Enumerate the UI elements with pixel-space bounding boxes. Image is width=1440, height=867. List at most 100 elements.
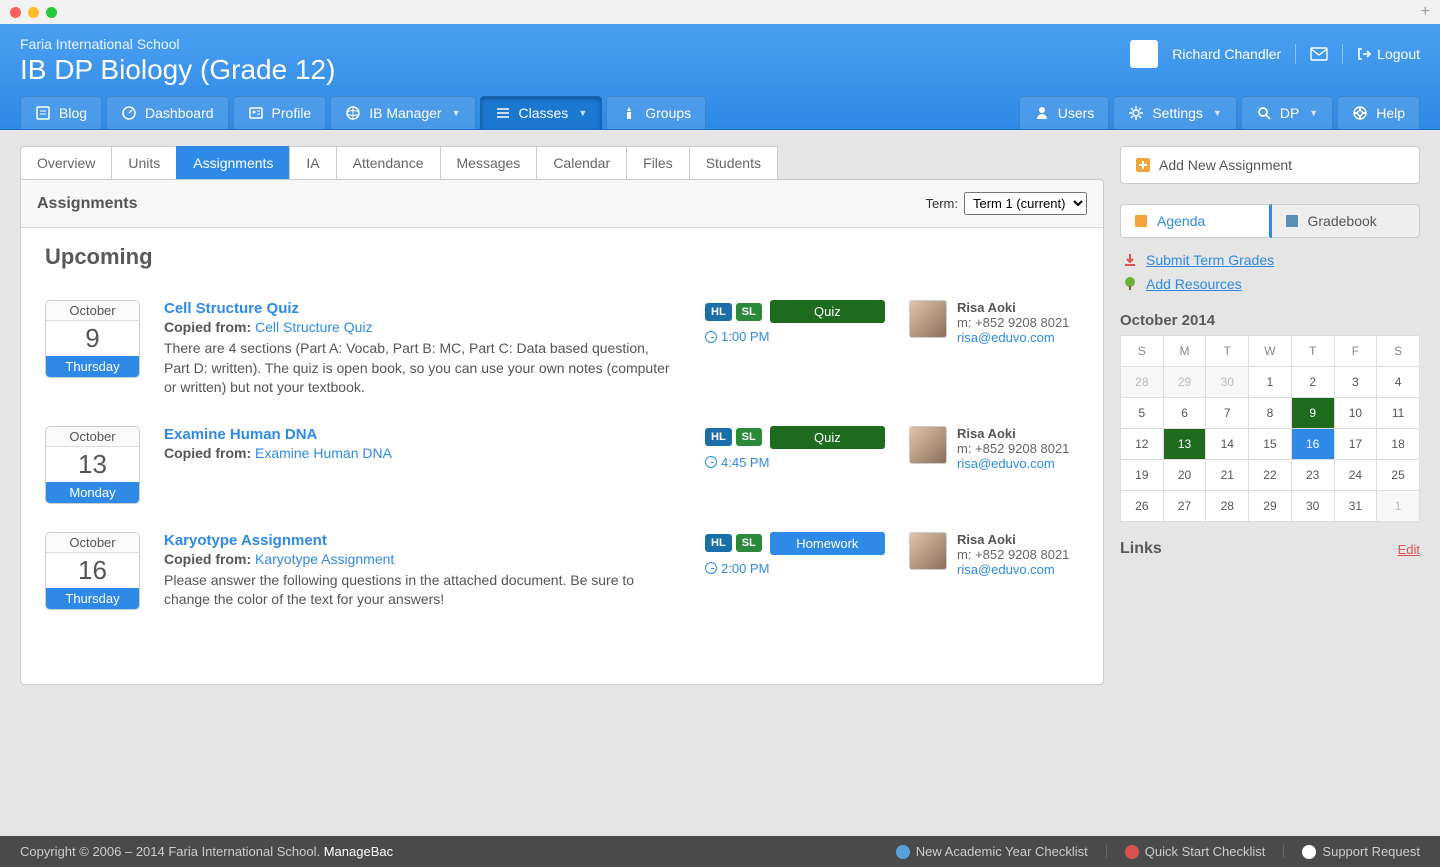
term-select[interactable]: Term 1 (current) (964, 192, 1087, 215)
calendar-day[interactable]: 16 (1291, 429, 1334, 460)
calendar-day[interactable]: 8 (1249, 398, 1292, 429)
teacher-email-link[interactable]: risa@eduvo.com (957, 562, 1055, 577)
calendar-day[interactable]: 1 (1249, 367, 1292, 398)
calendar-day[interactable]: 22 (1249, 460, 1292, 491)
assignment-title-link[interactable]: Examine Human DNA (164, 426, 317, 443)
calendar-day[interactable]: 29 (1163, 367, 1206, 398)
footer-icon (1302, 845, 1316, 859)
calendar-day[interactable]: 18 (1377, 429, 1420, 460)
teacher-phone: m: +852 9208 8021 (957, 441, 1069, 456)
clock-icon (705, 331, 717, 343)
calendar-day[interactable]: 10 (1334, 398, 1377, 429)
toggle-agenda[interactable]: Agenda (1120, 204, 1272, 238)
calendar-day[interactable]: 11 (1377, 398, 1420, 429)
calendar-day[interactable]: 30 (1206, 367, 1249, 398)
teacher-name: Risa Aoki (957, 532, 1069, 547)
groups-icon (621, 105, 637, 121)
nav-blog[interactable]: Blog (20, 96, 102, 129)
calendar-day[interactable]: 3 (1334, 367, 1377, 398)
footer-link[interactable]: Support Request (1302, 844, 1420, 859)
tab-overview[interactable]: Overview (20, 146, 112, 179)
brand-link[interactable]: ManageBac (324, 844, 393, 859)
tab-messages[interactable]: Messages (440, 146, 538, 179)
calendar-day[interactable]: 6 (1163, 398, 1206, 429)
nav-groups[interactable]: Groups (606, 96, 706, 129)
agenda-icon (1133, 213, 1149, 229)
calendar-day[interactable]: 27 (1163, 491, 1206, 522)
copied-link[interactable]: Karyotype Assignment (255, 551, 394, 567)
footer-link[interactable]: New Academic Year Checklist (896, 844, 1088, 859)
nav-users[interactable]: Users (1019, 96, 1110, 129)
calendar-day[interactable]: 5 (1121, 398, 1164, 429)
nav-dp[interactable]: DP▼ (1241, 96, 1333, 129)
tab-units[interactable]: Units (111, 146, 177, 179)
nav-ib-manager[interactable]: IB Manager▼ (330, 96, 475, 129)
side-link-submit-term-grades[interactable]: Submit Term Grades (1120, 248, 1420, 272)
chevron-down-icon: ▼ (1213, 108, 1222, 118)
due-time: 4:45 PM (705, 455, 885, 470)
add-assignment-button[interactable]: Add New Assignment (1120, 146, 1420, 184)
calendar-day[interactable]: 31 (1334, 491, 1377, 522)
chevron-down-icon: ▼ (452, 108, 461, 118)
nav-help[interactable]: Help (1337, 96, 1420, 129)
calendar-day[interactable]: 23 (1291, 460, 1334, 491)
nav-classes[interactable]: Classes▼ (480, 96, 603, 129)
calendar-day[interactable]: 1 (1377, 491, 1420, 522)
footer-link[interactable]: Quick Start Checklist (1125, 844, 1266, 859)
teacher-email-link[interactable]: risa@eduvo.com (957, 330, 1055, 345)
copied-link[interactable]: Cell Structure Quiz (255, 319, 372, 335)
tab-assignments[interactable]: Assignments (176, 146, 290, 179)
calendar-day[interactable]: 30 (1291, 491, 1334, 522)
nav-dashboard[interactable]: Dashboard (106, 96, 229, 129)
calendar-day[interactable]: 19 (1121, 460, 1164, 491)
calendar-day[interactable]: 24 (1334, 460, 1377, 491)
user-avatar[interactable] (1130, 40, 1158, 68)
assignment-title-link[interactable]: Karyotype Assignment (164, 532, 327, 549)
calendar-day[interactable]: 14 (1206, 429, 1249, 460)
assignment-title-link[interactable]: Cell Structure Quiz (164, 300, 299, 317)
nav-profile[interactable]: Profile (233, 96, 327, 129)
logout-link[interactable]: Logout (1357, 46, 1420, 62)
nav-settings[interactable]: Settings▼ (1113, 96, 1237, 129)
calendar-day[interactable]: 28 (1206, 491, 1249, 522)
user-name-link[interactable]: Richard Chandler (1172, 46, 1281, 62)
calendar-day[interactable]: 21 (1206, 460, 1249, 491)
teacher-email-link[interactable]: risa@eduvo.com (957, 456, 1055, 471)
calendar-day[interactable]: 15 (1249, 429, 1292, 460)
calendar-day[interactable]: 4 (1377, 367, 1420, 398)
classes-icon (495, 105, 511, 121)
close-window-icon[interactable] (10, 7, 21, 18)
calendar-day[interactable]: 25 (1377, 460, 1420, 491)
tab-attendance[interactable]: Attendance (336, 146, 441, 179)
calendar-day[interactable]: 13 (1163, 429, 1206, 460)
sl-badge: SL (736, 303, 762, 321)
tab-files[interactable]: Files (626, 146, 690, 179)
calendar-day[interactable]: 9 (1291, 398, 1334, 429)
calendar-day[interactable]: 26 (1121, 491, 1164, 522)
messages-icon[interactable] (1310, 47, 1328, 61)
new-tab-icon[interactable]: + (1421, 3, 1430, 21)
calendar-day[interactable]: 17 (1334, 429, 1377, 460)
calendar-day[interactable]: 29 (1249, 491, 1292, 522)
calendar-day[interactable]: 7 (1206, 398, 1249, 429)
tab-students[interactable]: Students (689, 146, 778, 179)
calendar-title: October 2014 (1120, 312, 1420, 329)
school-name: Faria International School (20, 36, 335, 52)
tab-ia[interactable]: IA (289, 146, 336, 179)
zoom-window-icon[interactable] (46, 7, 57, 18)
calendar-day[interactable]: 12 (1121, 429, 1164, 460)
settings-icon (1128, 105, 1144, 121)
copied-link[interactable]: Examine Human DNA (255, 445, 392, 461)
tab-calendar[interactable]: Calendar (536, 146, 627, 179)
edit-links[interactable]: Edit (1398, 542, 1420, 557)
toggle-gradebook[interactable]: Gradebook (1272, 204, 1421, 238)
calendar-day[interactable]: 28 (1121, 367, 1164, 398)
minimize-window-icon[interactable] (28, 7, 39, 18)
calendar-day[interactable]: 20 (1163, 460, 1206, 491)
side-link-add-resources[interactable]: Add Resources (1120, 272, 1420, 296)
teacher-phone: m: +852 9208 8021 (957, 547, 1069, 562)
page-title: IB DP Biology (Grade 12) (20, 54, 335, 86)
calendar-day[interactable]: 2 (1291, 367, 1334, 398)
due-time: 2:00 PM (705, 561, 885, 576)
date-box: October16Thursday (45, 532, 140, 610)
